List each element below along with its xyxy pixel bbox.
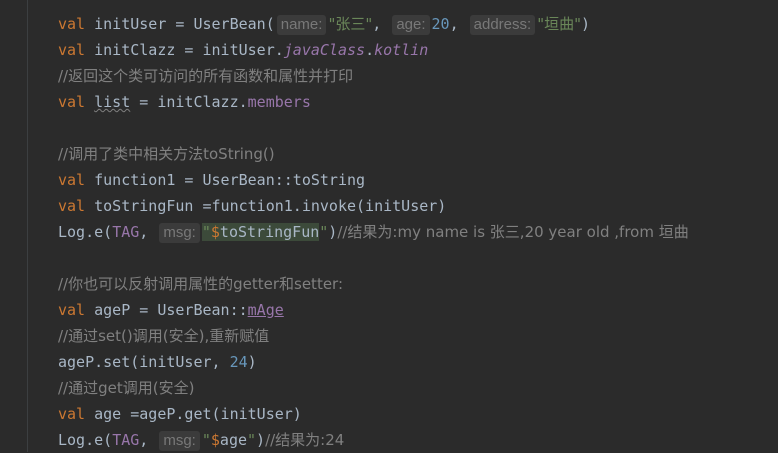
code-text: Log.e( xyxy=(58,223,113,241)
keyword: val xyxy=(58,41,86,59)
param-hint-address: address: xyxy=(469,15,536,35)
comment: //结果为:my name is 张三,20 year old ,from 垣曲 xyxy=(337,223,689,241)
code-text: ) xyxy=(247,353,257,371)
code-text: toStringFun =function1.invoke(initUser) xyxy=(85,197,447,215)
string-literal: " xyxy=(247,431,257,449)
param-hint-age: age: xyxy=(392,15,430,35)
template-variable: toStringFun xyxy=(219,223,320,241)
code-line-9[interactable]: Log.e(TAG, msg: "$toStringFun")//结果为:my n… xyxy=(58,219,778,245)
code-line-11[interactable]: //你也可以反射调用属性的getter和setter: xyxy=(58,271,778,297)
extension-property: kotlin xyxy=(374,41,429,59)
code-line-13[interactable]: //通过set()调用(安全),重新赋值 xyxy=(58,323,778,349)
code-line-12[interactable]: val ageP = UserBean::mAge xyxy=(58,297,778,323)
param-hint-msg: msg: xyxy=(159,431,200,451)
string-literal: " xyxy=(319,223,329,241)
keyword: val xyxy=(58,15,86,33)
code-text: ageP.set(initUser, xyxy=(58,353,230,371)
param-hint-name: name: xyxy=(276,15,327,35)
string-literal: "垣曲" xyxy=(537,15,582,33)
code-text: ) xyxy=(328,223,338,241)
code-text: = initClazz. xyxy=(130,93,248,111)
code-text: ageP = UserBean:: xyxy=(85,301,248,319)
code-text: . xyxy=(365,41,375,59)
code-line-2[interactable]: val initClazz = initUser.javaClass.kotli… xyxy=(58,37,778,63)
keyword: val xyxy=(58,93,86,111)
code-text: initClazz = initUser. xyxy=(85,41,284,59)
number-literal: 20 xyxy=(431,15,450,33)
comment: //返回这个类可访问的所有函数和属性并打印 xyxy=(58,67,354,85)
keyword: val xyxy=(58,171,86,189)
code-line-6[interactable]: //调用了类中相关方法toString() xyxy=(58,141,778,167)
code-line-8[interactable]: val toStringFun =function1.invoke(initUs… xyxy=(58,193,778,219)
code-text: ) xyxy=(581,15,591,33)
code-text: function1 = UserBean::toString xyxy=(85,171,366,189)
unused-variable-warning: list xyxy=(94,93,131,111)
property-reference: members xyxy=(247,93,311,111)
template-dollar: $ xyxy=(210,223,220,241)
string-literal: " xyxy=(201,431,211,449)
code-line-1[interactable]: val initUser = UserBean(name: "张三", age: 2… xyxy=(58,11,778,37)
keyword: val xyxy=(58,405,86,423)
code-text: , xyxy=(372,15,391,33)
comment: //通过get调用(安全) xyxy=(58,379,195,397)
comment: //结果为:24 xyxy=(265,431,345,449)
code-line-3[interactable]: //返回这个类可访问的所有函数和属性并打印 xyxy=(58,63,778,89)
keyword: val xyxy=(58,197,86,215)
property-reference[interactable]: mAge xyxy=(248,301,284,319)
code-line-15[interactable]: //通过get调用(安全) xyxy=(58,375,778,401)
constant-reference: TAG xyxy=(112,431,140,449)
extension-property: javaClass xyxy=(283,41,366,59)
code-line-16[interactable]: val age =ageP.get(initUser) xyxy=(58,401,778,427)
code-line-7[interactable]: val function1 = UserBean::toString xyxy=(58,167,778,193)
constant-reference: TAG xyxy=(112,223,140,241)
template-variable: age xyxy=(219,431,248,449)
code-line-blank[interactable] xyxy=(58,115,778,141)
gutter-divider xyxy=(27,0,28,452)
template-dollar: $ xyxy=(210,431,220,449)
code-text: , xyxy=(139,223,158,241)
code-text: initUser = UserBean( xyxy=(85,15,275,33)
string-literal: "张三" xyxy=(328,15,373,33)
comment: //调用了类中相关方法toString() xyxy=(58,145,275,163)
code-text: age =ageP.get(initUser) xyxy=(85,405,302,423)
keyword: val xyxy=(58,301,86,319)
code-editor[interactable]: val initUser = UserBean(name: "张三", age: 2… xyxy=(58,11,778,453)
code-text: Log.e( xyxy=(58,431,113,449)
comment: //你也可以反射调用属性的getter和setter: xyxy=(58,275,344,293)
code-line-17[interactable]: Log.e(TAG, msg: "$age")//结果为:24 xyxy=(58,427,778,453)
code-text: , xyxy=(449,15,468,33)
code-line-blank[interactable] xyxy=(58,245,778,271)
string-literal: " xyxy=(201,223,211,241)
number-literal: 24 xyxy=(229,353,248,371)
comment: //通过set()调用(安全),重新赋值 xyxy=(58,327,270,345)
param-hint-msg: msg: xyxy=(159,223,200,243)
code-text: ) xyxy=(256,431,266,449)
code-line-14[interactable]: ageP.set(initUser, 24) xyxy=(58,349,778,375)
code-line-4[interactable]: val list = initClazz.members xyxy=(58,89,778,115)
code-text: , xyxy=(139,431,158,449)
